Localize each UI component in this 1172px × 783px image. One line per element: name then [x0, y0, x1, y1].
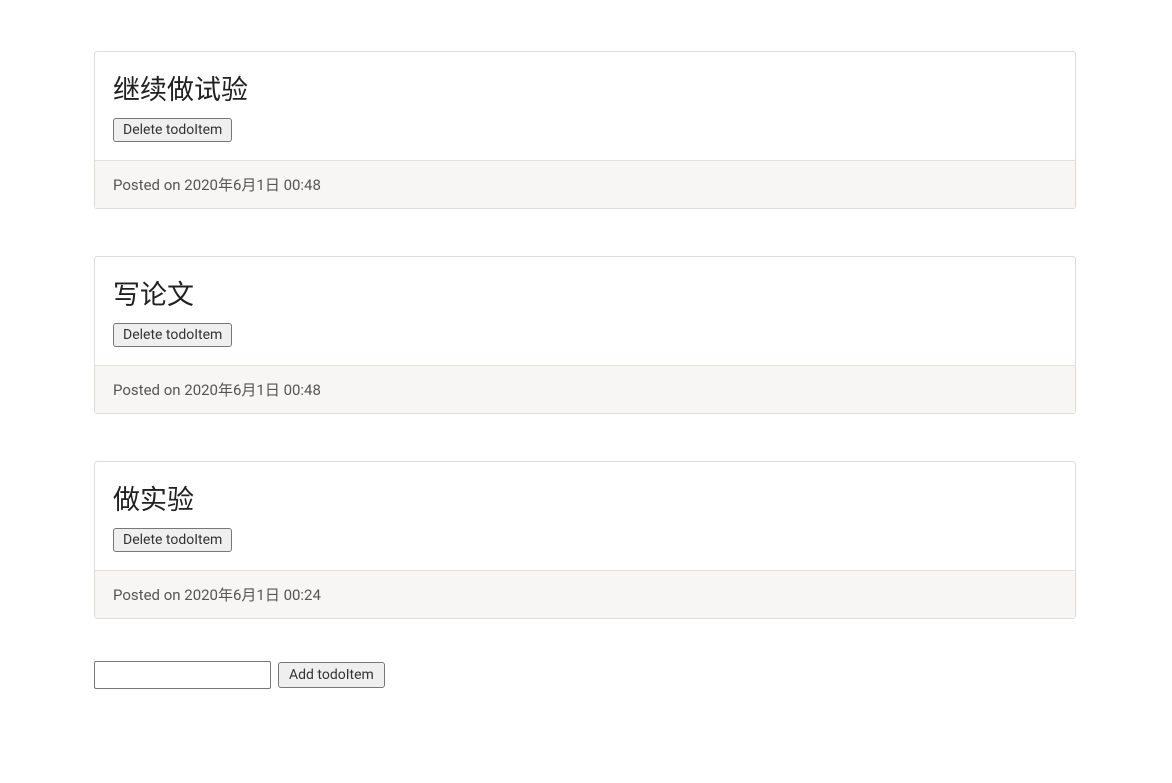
todo-card-footer: Posted on 2020年6月1日 00:48: [95, 365, 1075, 413]
todo-title: 做实验: [113, 478, 1057, 517]
todo-title: 继续做试验: [113, 68, 1057, 107]
delete-button[interactable]: Delete todoItem: [113, 118, 232, 142]
todo-card: 继续做试验 Delete todoItem Posted on 2020年6月1…: [94, 51, 1076, 209]
todo-card-footer: Posted on 2020年6月1日 00:24: [95, 570, 1075, 618]
todo-card: 写论文 Delete todoItem Posted on 2020年6月1日 …: [94, 256, 1076, 414]
posted-prefix: Posted on: [113, 176, 184, 194]
posted-prefix: Posted on: [113, 586, 184, 604]
posted-date: 2020年6月1日 00:48: [184, 381, 321, 399]
todo-card-body: 继续做试验 Delete todoItem: [95, 52, 1075, 160]
todo-title: 写论文: [113, 273, 1057, 312]
add-todo-form: Add todoItem: [94, 661, 1076, 689]
todo-card-body: 写论文 Delete todoItem: [95, 257, 1075, 365]
posted-date: 2020年6月1日 00:48: [184, 176, 321, 194]
posted-date: 2020年6月1日 00:24: [184, 586, 321, 604]
posted-prefix: Posted on: [113, 381, 184, 399]
delete-button[interactable]: Delete todoItem: [113, 323, 232, 347]
todo-card-body: 做实验 Delete todoItem: [95, 462, 1075, 570]
todo-card: 做实验 Delete todoItem Posted on 2020年6月1日 …: [94, 461, 1076, 619]
todo-container: 继续做试验 Delete todoItem Posted on 2020年6月1…: [0, 51, 1172, 689]
add-todo-input[interactable]: [94, 661, 271, 689]
add-todo-button[interactable]: Add todoItem: [278, 662, 385, 688]
delete-button[interactable]: Delete todoItem: [113, 528, 232, 552]
todo-card-footer: Posted on 2020年6月1日 00:48: [95, 160, 1075, 208]
